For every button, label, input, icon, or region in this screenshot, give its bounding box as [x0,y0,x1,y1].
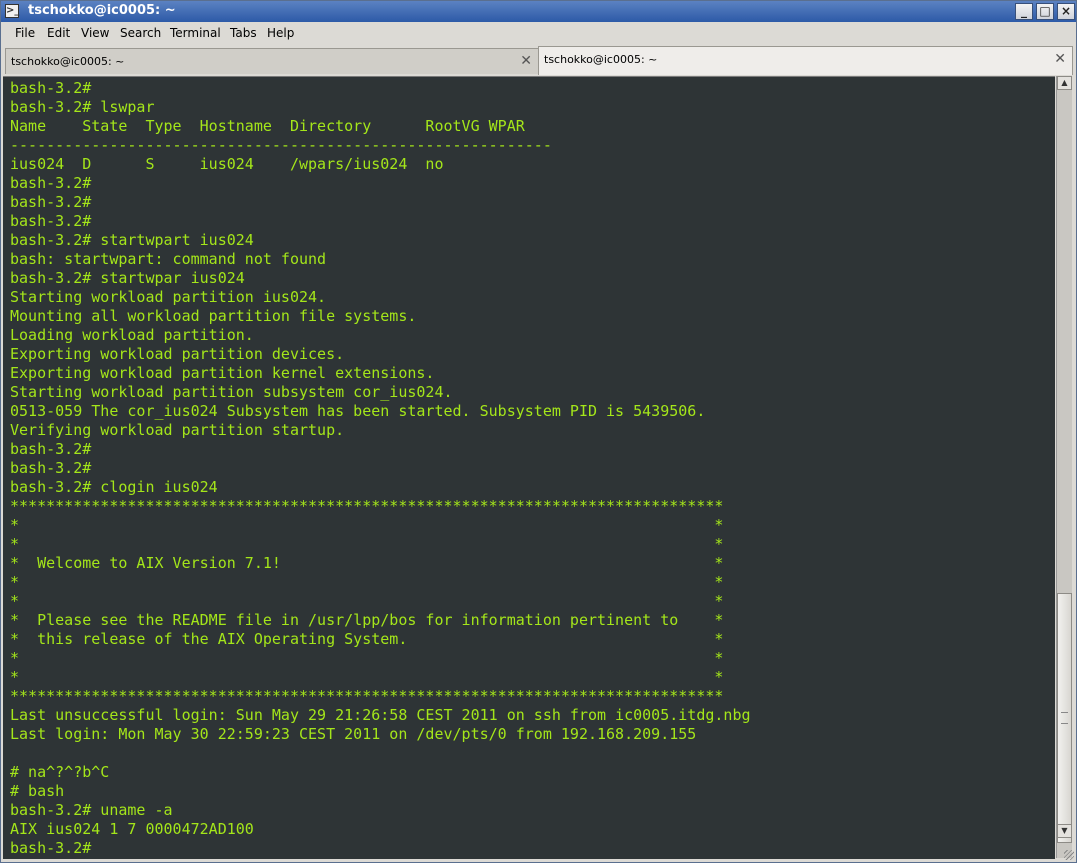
terminal-window: >_ tschokko@ic0005: ~ _ □ × File Edit Vi… [0,0,1077,863]
vertical-scrollbar[interactable]: ▲ ▼ [1056,76,1072,858]
terminal-line: ****************************************… [10,497,724,515]
terminal-line: bash-3.2# [10,212,92,230]
terminal-line: bash-3.2# [10,839,92,857]
terminal-output: bash-3.2# bash-3.2# lswpar Name State Type… [10,79,751,858]
resize-grip-icon[interactable] [1064,850,1074,860]
scrollbar-thumb[interactable] [1057,593,1072,843]
close-button[interactable]: × [1057,3,1075,20]
terminal-line: bash-3.2# [10,440,92,458]
terminal-line: * Please see the README file in /usr/lpp… [10,611,724,629]
tab-close-icon[interactable]: ✕ [1054,51,1066,67]
terminal-line: ----------------------------------------… [10,136,552,154]
menu-bar: File Edit View Search Terminal Tabs Help [1,22,1076,44]
tab-bar: tschokko@ic0005: ~ ✕ tschokko@ic0005: ~ … [1,46,1076,75]
terminal-line: Exporting workload partition kernel exte… [10,364,435,382]
scrollbar-grip-icon [1061,712,1068,724]
terminal-line: bash-3.2# clogin ius024 [10,478,218,496]
terminal-line: * this release of the AIX Operating Syst… [10,630,724,648]
maximize-button[interactable]: □ [1036,3,1054,20]
terminal-line: bash-3.2# [10,174,92,192]
terminal-line: Starting workload partition ius024. [10,288,327,306]
terminal-line: bash-3.2# [10,79,92,97]
terminal-line: Last login: Mon May 30 22:59:23 CEST 201… [10,725,697,743]
terminal-line: Loading workload partition. [10,326,254,344]
terminal-line: * * [10,573,724,591]
terminal-line: Verifying workload partition startup. [10,421,345,439]
terminal-line: Mounting all workload partition file sys… [10,307,417,325]
tab-close-icon[interactable]: ✕ [520,53,532,69]
minimize-button[interactable]: _ [1015,3,1033,20]
terminal-line: bash: startwpart: command not found [10,250,327,268]
terminal-line: bash-3.2# startwpart ius024 [10,231,254,249]
menu-edit[interactable]: Edit [47,26,70,40]
terminal-line: Name State Type Hostname Directory RootV… [10,117,525,135]
menu-tabs[interactable]: Tabs [230,26,257,40]
terminal-line: * * [10,592,724,610]
tab-label: tschokko@ic0005: ~ [11,55,125,68]
terminal-line: ius024 D S ius024 /wpars/ius024 no [10,155,444,173]
terminal-line: * * [10,516,724,534]
terminal-line: bash-3.2# uname -a [10,801,173,819]
terminal-line: * Welcome to AIX Version 7.1! * [10,554,724,572]
terminal-line: Last unsuccessful login: Sun May 29 21:2… [10,706,751,724]
terminal-line: bash-3.2# [10,459,92,477]
tab-terminal-2[interactable]: tschokko@ic0005: ~ ✕ [538,46,1073,75]
terminal-line: bash-3.2# [10,193,92,211]
menu-search[interactable]: Search [120,26,161,40]
terminal-line: bash-3.2# lswpar [10,98,155,116]
terminal-line: Starting workload partition subsystem co… [10,383,453,401]
tab-terminal-1[interactable]: tschokko@ic0005: ~ ✕ [5,48,539,74]
title-bar[interactable]: >_ tschokko@ic0005: ~ _ □ × [1,1,1076,22]
window-title: tschokko@ic0005: ~ [28,3,176,18]
terminal-line: # na^?^?b^C [10,763,110,781]
terminal-line: * * [10,535,724,553]
menu-terminal[interactable]: Terminal [170,26,221,40]
tab-label: tschokko@ic0005: ~ [544,53,658,66]
menu-help[interactable]: Help [267,26,294,40]
scroll-down-arrow-icon[interactable]: ▼ [1057,824,1072,838]
terminal-line: AIX ius024 1 7 0000472AD100 [10,820,254,838]
terminal-line: ****************************************… [10,687,724,705]
terminal-line: * * [10,668,724,686]
terminal-line: bash-3.2# startwpar ius024 [10,269,245,287]
terminal-line: # bash [10,782,65,800]
menu-view[interactable]: View [81,26,109,40]
terminal-screen[interactable]: bash-3.2# bash-3.2# lswpar Name State Type… [3,76,1055,859]
terminal-app-icon[interactable]: >_ [5,4,19,18]
terminal-line: 0513-059 The cor_ius024 Subsystem has be… [10,402,706,420]
terminal-line: * * [10,649,724,667]
scroll-up-arrow-icon[interactable]: ▲ [1057,76,1072,90]
terminal-line: Exporting workload partition devices. [10,345,345,363]
menu-file[interactable]: File [15,26,35,40]
